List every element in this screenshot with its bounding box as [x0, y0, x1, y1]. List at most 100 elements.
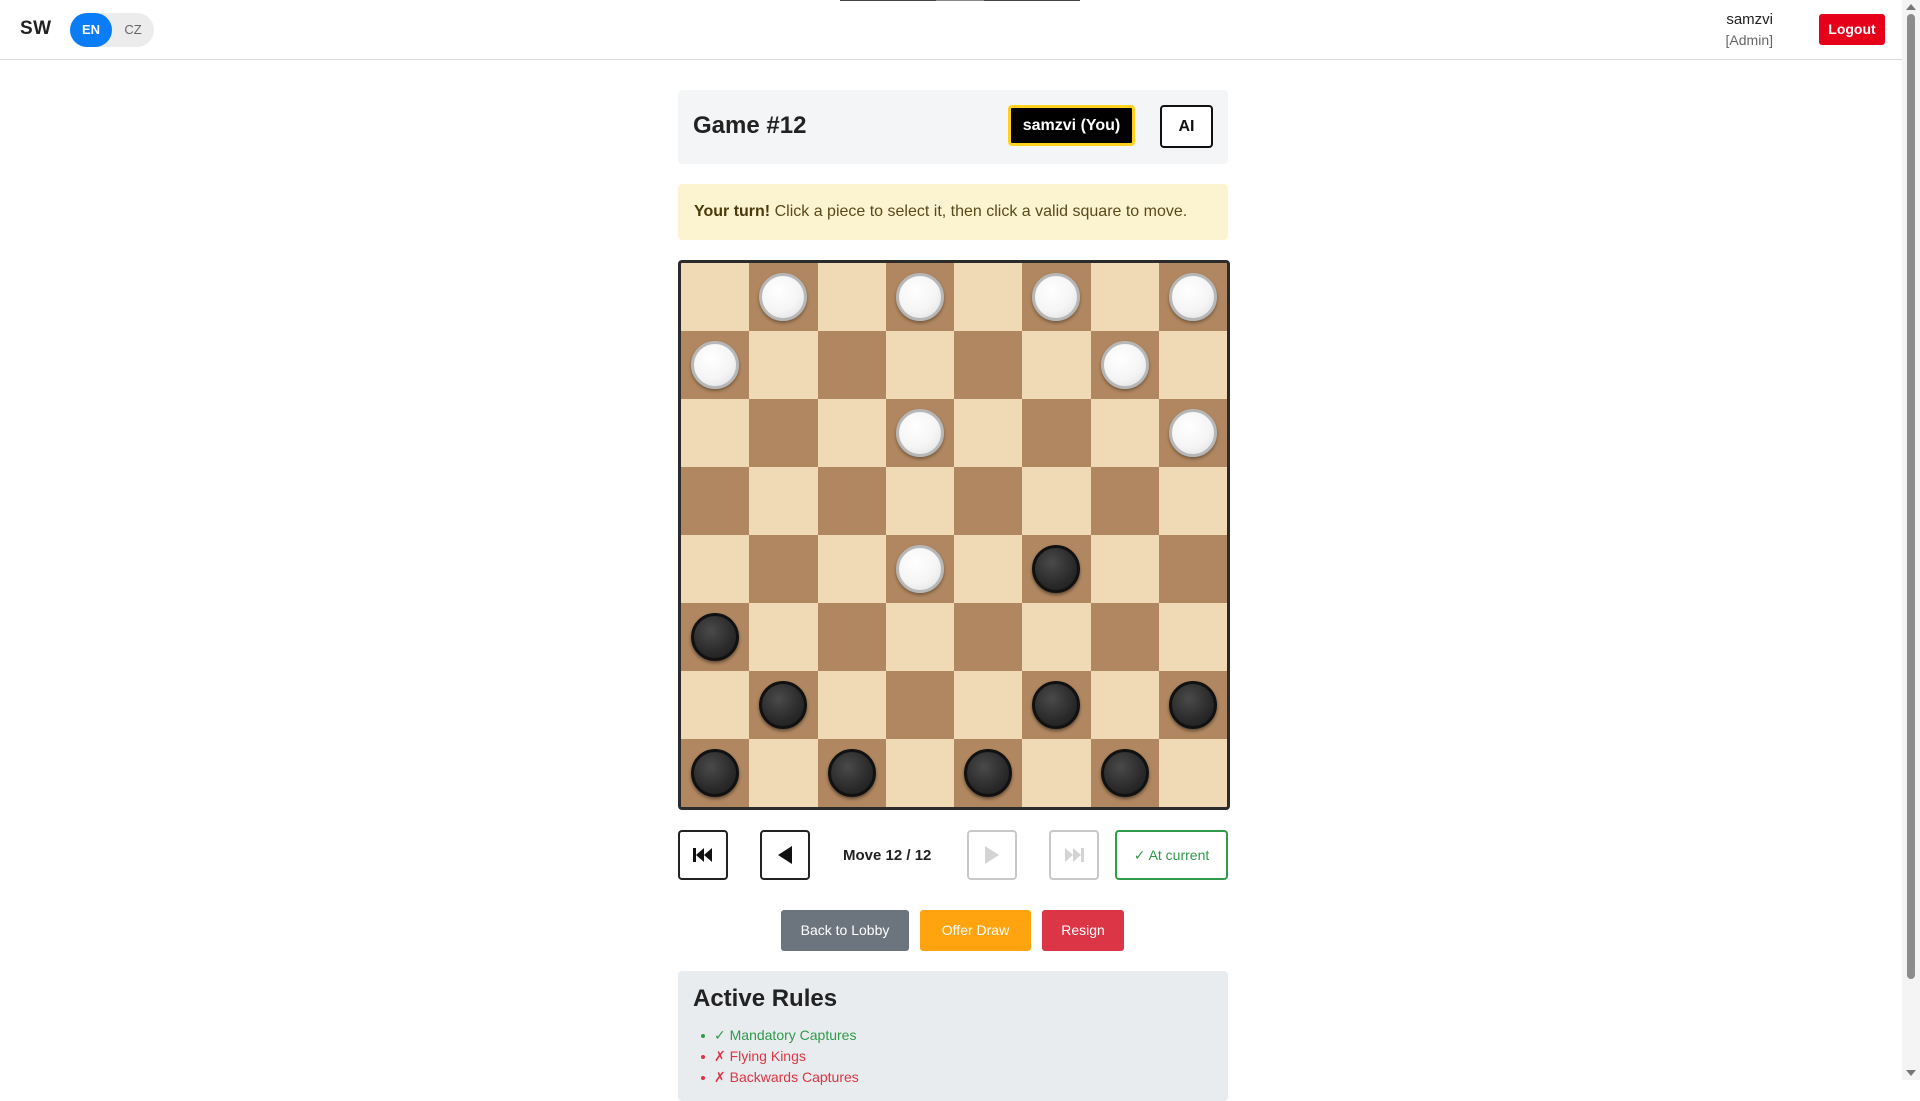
skip-last-icon	[1065, 848, 1084, 862]
board-square	[681, 263, 750, 331]
black-piece[interactable]	[827, 749, 876, 797]
back-to-lobby-button[interactable]: Back to Lobby	[781, 910, 909, 951]
board-square[interactable]	[749, 263, 818, 331]
board-square	[749, 467, 818, 535]
white-piece[interactable]	[895, 409, 944, 457]
black-piece[interactable]	[691, 749, 740, 797]
board-square[interactable]	[749, 399, 818, 467]
board-square[interactable]	[1158, 263, 1227, 331]
language-en-button[interactable]: EN	[70, 13, 112, 47]
last-move-button[interactable]	[1049, 830, 1099, 880]
board-square[interactable]	[817, 331, 886, 399]
white-piece[interactable]	[895, 545, 944, 593]
player-you-badge: samzvi (You)	[1008, 105, 1135, 146]
board-square[interactable]	[817, 739, 886, 807]
board-square	[885, 603, 954, 671]
board-square	[817, 399, 886, 467]
previous-move-button[interactable]	[760, 830, 810, 880]
board-square	[1090, 263, 1159, 331]
scroll-down-arrow-icon[interactable]	[1906, 1070, 1916, 1076]
next-move-button[interactable]	[967, 830, 1017, 880]
board-square[interactable]	[749, 535, 818, 603]
black-piece[interactable]	[1032, 545, 1081, 593]
board-square[interactable]	[1158, 399, 1227, 467]
board-square[interactable]	[954, 331, 1023, 399]
board-square	[817, 263, 886, 331]
board-square[interactable]	[1090, 467, 1159, 535]
board-square[interactable]	[1022, 399, 1091, 467]
board-square[interactable]	[681, 739, 750, 807]
language-cz-button[interactable]: CZ	[112, 13, 154, 47]
offer-draw-button[interactable]: Offer Draw	[920, 910, 1031, 951]
black-piece[interactable]	[964, 749, 1013, 797]
board-square[interactable]	[817, 603, 886, 671]
board-square[interactable]	[1158, 671, 1227, 739]
board-square[interactable]	[954, 467, 1023, 535]
board-square	[885, 331, 954, 399]
white-piece[interactable]	[691, 341, 740, 389]
white-piece[interactable]	[1032, 273, 1081, 321]
board-square[interactable]	[954, 739, 1023, 807]
at-current-button[interactable]: ✓ At current	[1115, 830, 1228, 880]
board-square[interactable]	[954, 603, 1023, 671]
app-logo[interactable]: SW	[20, 18, 52, 40]
black-piece[interactable]	[759, 681, 808, 729]
active-rules-panel: Active Rules ✓ Mandatory Captures ✗ Flyi…	[678, 971, 1228, 1101]
logout-button[interactable]: Logout	[1819, 14, 1885, 45]
black-piece[interactable]	[1100, 749, 1149, 797]
black-piece[interactable]	[1168, 681, 1217, 729]
top-decorative-lines	[840, 0, 1080, 1]
board-square[interactable]	[1090, 331, 1159, 399]
board-square	[817, 535, 886, 603]
black-piece[interactable]	[1032, 681, 1081, 729]
board-square[interactable]	[681, 603, 750, 671]
white-piece[interactable]	[759, 273, 808, 321]
skip-first-icon	[693, 848, 712, 862]
page-scrollbar[interactable]	[1902, 0, 1920, 1080]
resign-button[interactable]: Resign	[1042, 910, 1124, 951]
board-square[interactable]	[885, 263, 954, 331]
scroll-up-arrow-icon[interactable]	[1906, 4, 1916, 10]
board-square[interactable]	[1022, 535, 1091, 603]
board-square	[1158, 603, 1227, 671]
white-piece[interactable]	[1168, 409, 1217, 457]
user-name: samzvi	[1726, 11, 1773, 28]
board-square[interactable]	[1158, 535, 1227, 603]
board-square	[954, 263, 1023, 331]
board-square	[1158, 739, 1227, 807]
board-square[interactable]	[681, 467, 750, 535]
board-square	[1022, 739, 1091, 807]
board-square[interactable]	[749, 671, 818, 739]
board-square[interactable]	[1022, 263, 1091, 331]
board-square[interactable]	[885, 671, 954, 739]
board-square	[885, 467, 954, 535]
board-square	[1090, 535, 1159, 603]
top-nav-bar: SW EN CZ samzvi [Admin] Logout	[0, 0, 1902, 60]
board-square	[681, 671, 750, 739]
first-move-button[interactable]	[678, 830, 728, 880]
user-role: [Admin]	[1725, 32, 1773, 48]
board-square	[749, 331, 818, 399]
turn-status-bold: Your turn!	[694, 203, 771, 220]
scrollbar-thumb[interactable]	[1907, 14, 1915, 979]
white-piece[interactable]	[1168, 273, 1217, 321]
rule-item-backwards-captures: ✗ Backwards Captures	[701, 1067, 859, 1088]
board-square[interactable]	[885, 535, 954, 603]
white-piece[interactable]	[895, 273, 944, 321]
board-square[interactable]	[1090, 603, 1159, 671]
black-piece[interactable]	[691, 613, 740, 661]
language-toggle: EN CZ	[70, 13, 154, 47]
board-square[interactable]	[1022, 671, 1091, 739]
board-square[interactable]	[817, 467, 886, 535]
board-square	[681, 399, 750, 467]
board-square[interactable]	[1090, 739, 1159, 807]
board-square	[1022, 331, 1091, 399]
turn-status-banner: Your turn! Click a piece to select it, t…	[678, 184, 1228, 240]
board-square[interactable]	[885, 399, 954, 467]
board-square	[1090, 399, 1159, 467]
white-piece[interactable]	[1100, 341, 1149, 389]
game-header-panel: Game #12 samzvi (You) AI	[678, 90, 1228, 164]
board-square[interactable]	[681, 331, 750, 399]
rules-list: ✓ Mandatory Captures ✗ Flying Kings ✗ Ba…	[701, 1025, 859, 1088]
board-square	[954, 671, 1023, 739]
